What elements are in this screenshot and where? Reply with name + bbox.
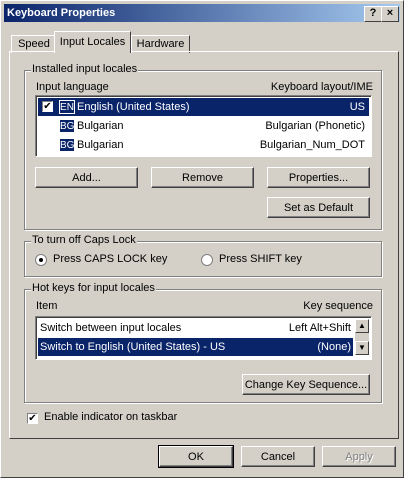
locale-layout: US: [349, 101, 365, 113]
properties-button[interactable]: Properties...: [267, 167, 370, 188]
hot-keys-scrollbar[interactable]: ▲ ▼: [355, 319, 369, 355]
locale-language: English (United States): [77, 101, 190, 113]
locale-language: Bulgarian: [77, 120, 124, 132]
hotkey-row-switch-english[interactable]: Switch to English (United States) - US (…: [38, 338, 353, 356]
locale-row-bulgarian-num-dot[interactable]: BG Bulgarian Bulgarian_Num_DOT: [38, 136, 369, 154]
close-button[interactable]: ×: [381, 6, 399, 22]
bg-language-icon: BG: [59, 119, 75, 133]
scroll-up-arrow-icon[interactable]: ▲: [355, 319, 369, 333]
bg-language-icon: BG: [59, 138, 75, 152]
scroll-down-arrow-icon[interactable]: ▼: [355, 341, 369, 355]
caps-lock-key-label[interactable]: Press CAPS LOCK key: [53, 253, 167, 265]
change-key-sequence-button[interactable]: Change Key Sequence...: [242, 374, 370, 395]
help-button[interactable]: ?: [364, 6, 382, 22]
locale-layout: Bulgarian (Phonetic): [265, 120, 365, 132]
shift-key-label[interactable]: Press SHIFT key: [219, 253, 302, 265]
hotkey-item: Switch between input locales: [40, 322, 182, 334]
installed-locales-list[interactable]: ✔ EN English (United States) US BG Bulga…: [35, 95, 372, 157]
hotkey-sequence: (None): [317, 341, 351, 353]
input-language-header: Input language: [36, 81, 109, 93]
installed-locales-group-label: Installed input locales: [31, 63, 139, 75]
installed-locales-group: Installed input locales Input language K…: [24, 63, 382, 230]
set-as-default-button[interactable]: Set as Default: [267, 197, 370, 218]
remove-button[interactable]: Remove: [151, 167, 254, 188]
default-locale-check-icon: ✔: [42, 101, 53, 112]
hot-keys-group-label: Hot keys for input locales: [31, 282, 156, 294]
locale-row-english[interactable]: ✔ EN English (United States) US: [38, 98, 369, 116]
enable-indicator-checkbox[interactable]: ✔: [27, 413, 38, 424]
hot-keys-group: Hot keys for input locales Item Key sequ…: [24, 282, 382, 403]
en-language-icon: EN: [59, 100, 75, 114]
apply-button[interactable]: Apply: [322, 446, 396, 467]
tab-panel: Installed input locales Input language K…: [9, 51, 399, 439]
locale-row-bulgarian-phonetic[interactable]: BG Bulgarian Bulgarian (Phonetic): [38, 117, 369, 135]
hotkey-item: Switch to English (United States) - US: [40, 341, 226, 353]
hotkey-row-switch-locales[interactable]: Switch between input locales Left Alt+Sh…: [38, 319, 353, 337]
locale-language: Bulgarian: [77, 139, 124, 151]
keyboard-layout-header: Keyboard layout/IME: [270, 81, 373, 93]
keyboard-properties-window: Keyboard Properties ? × Speed Input Loca…: [0, 0, 404, 478]
enable-indicator-label[interactable]: Enable indicator on taskbar: [44, 411, 177, 423]
title-bar: Keyboard Properties ? ×: [4, 4, 400, 22]
hotkey-sequence: Left Alt+Shift: [288, 322, 351, 334]
caps-lock-group: To turn off Caps Lock Press CAPS LOCK ke…: [24, 234, 382, 277]
shift-key-radio[interactable]: [201, 254, 213, 266]
locale-layout: Bulgarian_Num_DOT: [259, 139, 365, 151]
caps-lock-group-label: To turn off Caps Lock: [31, 234, 137, 246]
hot-keys-list[interactable]: Switch between input locales Left Alt+Sh…: [35, 316, 372, 360]
key-sequence-header: Key sequence: [303, 300, 373, 312]
radio-selected-dot-icon: [39, 258, 43, 262]
caps-lock-key-radio[interactable]: [35, 254, 47, 266]
window-title: Keyboard Properties: [7, 7, 116, 19]
cancel-button[interactable]: Cancel: [241, 446, 315, 467]
item-header: Item: [36, 300, 58, 312]
ok-button[interactable]: OK: [158, 445, 234, 468]
tab-input-locales[interactable]: Input Locales: [54, 31, 131, 53]
add-button[interactable]: Add...: [35, 167, 138, 188]
